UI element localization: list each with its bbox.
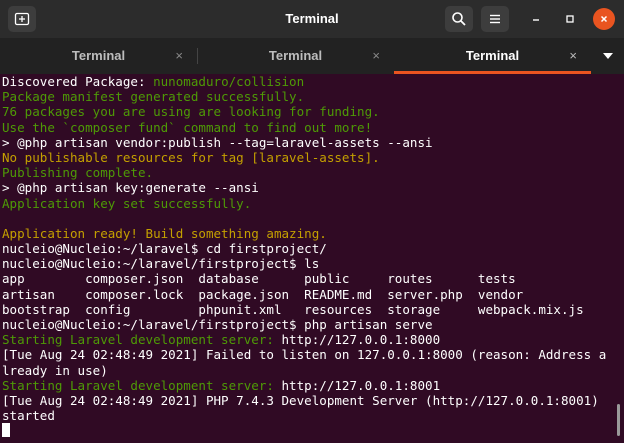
terminal-line: bootstrap config phpunit.xml resources s… — [2, 302, 614, 317]
terminal-line: [Tue Aug 24 02:48:49 2021] PHP 7.4.3 Dev… — [2, 393, 614, 408]
terminal-line: Starting Laravel development server: htt… — [2, 332, 614, 347]
search-icon — [452, 12, 466, 26]
close-window-button[interactable] — [593, 8, 615, 30]
terminal-line: app composer.json database public routes… — [2, 271, 614, 286]
terminal-text: app composer.json database public routes… — [2, 271, 516, 287]
menu-button[interactable] — [481, 6, 509, 32]
terminal-text: Starting Laravel development server: — [2, 377, 282, 393]
maximize-icon — [566, 15, 574, 23]
terminal-text: nunomaduro/collision — [153, 74, 305, 89]
terminal-output[interactable]: Discovered Package: nunomaduro/collision… — [0, 74, 614, 443]
terminal-line: nucleio@Nucleio:~/laravel$ cd firstproje… — [2, 241, 614, 256]
terminal-line: artisan composer.lock package.json READM… — [2, 287, 614, 302]
terminal-text: Use the `composer fund` command to find … — [2, 119, 373, 135]
terminal-line: Application key set successfully. — [2, 196, 614, 211]
terminal-line: > @php artisan vendor:publish --tag=lara… — [2, 135, 614, 150]
terminal-text: Discovered Package: — [2, 74, 154, 89]
tab-close-icon[interactable]: × — [372, 38, 380, 74]
tab-dropdown-button[interactable] — [596, 38, 620, 74]
tab-label: Terminal — [268, 48, 323, 63]
terminal-text: http://127.0.0.1:8000 — [281, 332, 441, 348]
terminal-line: Package manifest generated successfully. — [2, 89, 614, 104]
terminal-text: started — [2, 408, 55, 424]
terminal-line: 76 packages you are using are looking fo… — [2, 104, 614, 119]
search-button[interactable] — [445, 6, 473, 32]
terminal-text: 76 packages you are using are looking fo… — [2, 104, 380, 120]
terminal-line: Application ready! Build something amazi… — [2, 226, 614, 241]
terminal-text: bootstrap config phpunit.xml resources s… — [2, 301, 584, 317]
title-bar: Terminal — [0, 0, 624, 38]
terminal-text: Application ready! Build something amazi… — [2, 225, 327, 241]
tab-bar: Terminal × Terminal × Terminal × — [0, 38, 624, 74]
terminal-text: artisan composer.lock package.json READM… — [2, 286, 524, 302]
terminal-line: [Tue Aug 24 02:48:49 2021] Failed to lis… — [2, 347, 614, 362]
tab-terminal-3[interactable]: Terminal × — [394, 38, 591, 74]
terminal-line: lready in use) — [2, 363, 614, 378]
terminal-line: > @php artisan key:generate --ansi — [2, 180, 614, 195]
terminal-text: Package manifest generated successfully. — [2, 89, 305, 105]
tab-terminal-2[interactable]: Terminal × — [197, 38, 394, 74]
terminal-line: Starting Laravel development server: htt… — [2, 378, 614, 393]
terminal-text: > @php artisan vendor:publish --tag=lara… — [2, 134, 433, 150]
terminal-line: Publishing complete. — [2, 165, 614, 180]
terminal-line: nucleio@Nucleio:~/laravel/firstproject$ … — [2, 256, 614, 271]
prompt-line — [2, 423, 614, 438]
terminal-text: Starting Laravel development server: — [2, 332, 282, 348]
terminal-text: > @php artisan key:generate --ansi — [2, 180, 259, 196]
tab-close-icon[interactable]: × — [175, 38, 183, 74]
terminal-text: http://127.0.0.1:8001 — [281, 377, 441, 393]
terminal-text: nucleio@Nucleio:~/laravel/firstproject$ … — [2, 256, 320, 272]
tab-terminal-1[interactable]: Terminal × — [0, 38, 197, 74]
terminal-line: Discovered Package: nunomaduro/collision — [2, 74, 614, 89]
terminal-text: Publishing complete. — [2, 165, 154, 181]
terminal-text: [Tue Aug 24 02:48:49 2021] Failed to lis… — [2, 347, 607, 363]
tab-close-icon[interactable]: × — [569, 38, 577, 74]
chevron-down-icon — [603, 53, 613, 59]
terminal-line: No publishable resources for tag [larave… — [2, 150, 614, 165]
terminal-text: nucleio@Nucleio:~/laravel/firstproject$ … — [2, 317, 433, 332]
close-icon — [600, 15, 608, 23]
tab-label: Terminal — [71, 48, 126, 63]
minimize-icon — [533, 19, 539, 21]
terminal-text: nucleio@Nucleio:~/laravel$ cd firstproje… — [2, 241, 327, 257]
maximize-button[interactable] — [559, 8, 581, 30]
scrollbar[interactable] — [617, 404, 620, 436]
terminal-text: lready in use) — [2, 362, 108, 378]
terminal-line: started — [2, 408, 614, 423]
text-cursor — [2, 423, 10, 438]
terminal-text: Application key set successfully. — [2, 195, 252, 211]
minimize-button[interactable] — [525, 8, 547, 30]
terminal-line: nucleio@Nucleio:~/laravel/firstproject$ … — [2, 317, 614, 332]
terminal-line: Use the `composer fund` command to find … — [2, 120, 614, 135]
terminal-text: [Tue Aug 24 02:48:49 2021] PHP 7.4.3 Dev… — [2, 392, 599, 408]
hamburger-menu-icon — [490, 14, 500, 24]
tab-label: Terminal — [465, 48, 520, 63]
terminal-text: No publishable resources for tag [larave… — [2, 149, 380, 165]
